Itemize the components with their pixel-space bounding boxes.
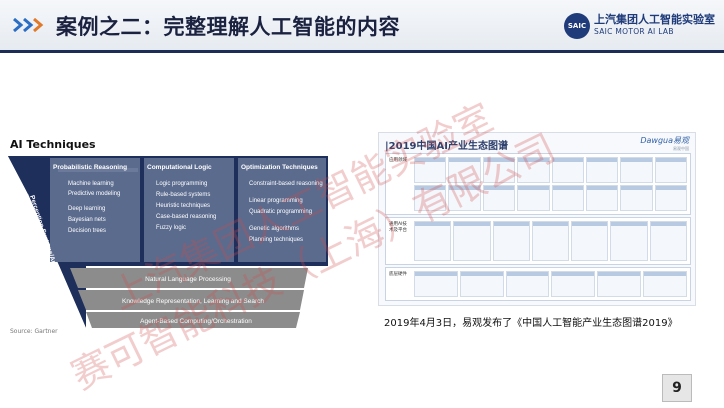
ecosystem-section-applications: 应用领域 xyxy=(385,153,691,215)
ecosystem-title: |2019中国AI产业生态图谱 xyxy=(385,141,508,152)
column-item: Heuristic techniques xyxy=(156,203,210,209)
brand-lockup: SAIC 上汽集团人工智能实验室 SAIC MOTOR AI LAB xyxy=(564,11,715,41)
section-label: 底层硬件 xyxy=(389,272,407,277)
page-number: 9 xyxy=(662,374,692,402)
column-item: Case-based reasoning xyxy=(156,214,216,220)
column-item: Deep learning xyxy=(68,206,105,212)
column-item: Quadratic programming xyxy=(249,209,312,215)
band-knowledge: Knowledge Representation, Learning and S… xyxy=(122,298,264,305)
analysys-logo: Dawgua易观 xyxy=(640,136,689,145)
ecosystem-caption: 2019年4月3日，易观发布了《中国人工智能产业生态图谱2019》 xyxy=(384,318,678,329)
saic-logo-icon: SAIC xyxy=(564,13,590,39)
column-item: Logic programming xyxy=(156,181,207,187)
chevron-arrows-icon xyxy=(13,18,44,32)
column-item: Bayesian nets xyxy=(68,217,106,223)
column-heading-probabilistic: Probabilistic Reasoning xyxy=(53,164,127,171)
column-item: Planning techniques xyxy=(249,237,303,243)
column-heading-computational: Computational Logic xyxy=(147,164,212,171)
column-item: Rule-based systems xyxy=(156,192,210,198)
column-item: Decision trees xyxy=(68,228,106,234)
ai-techniques-title: AI Techniques xyxy=(10,138,96,151)
analysys-logo-sub: 易观中国 xyxy=(673,146,689,151)
column-item: Constraint-based reasoning xyxy=(249,181,323,187)
band-nlp: Natural Language Processing xyxy=(145,276,231,283)
brand-name-en: SAIC MOTOR AI LAB xyxy=(594,27,674,36)
source-note: Source: Gartner xyxy=(10,328,58,335)
column-item: Genetic algorithms xyxy=(249,226,299,232)
column-item: Linear programming xyxy=(249,198,303,204)
section-label: 通用AI技术及平台 xyxy=(389,222,407,233)
slide-header: 案例之二：完整理解人工智能的内容 SAIC 上汽集团人工智能实验室 SAIC M… xyxy=(0,0,724,53)
ecosystem-section-platforms: 通用AI技术及平台 xyxy=(385,217,691,265)
column-item: Machine learning xyxy=(68,181,114,187)
brand-name-cn: 上汽集团人工智能实验室 xyxy=(594,13,715,26)
section-label: 应用领域 xyxy=(389,158,407,163)
ai-techniques-funnel: Probabilistic Reasoning Machine learning… xyxy=(8,156,328,328)
band-agent: Agent-Based Computing/Orchestration xyxy=(140,318,252,325)
column-item: Fuzzy logic xyxy=(156,225,186,231)
column-item: Predictive modeling xyxy=(68,191,120,197)
slide-title: 案例之二：完整理解人工智能的内容 xyxy=(56,15,400,39)
ecosystem-map-image: |2019中国AI产业生态图谱 Dawgua易观 易观中国 应用领域 通用AI技… xyxy=(378,132,696,306)
column-heading-optimization: Optimization Techniques xyxy=(241,164,318,171)
ecosystem-section-hardware: 底层硬件 xyxy=(385,267,691,301)
